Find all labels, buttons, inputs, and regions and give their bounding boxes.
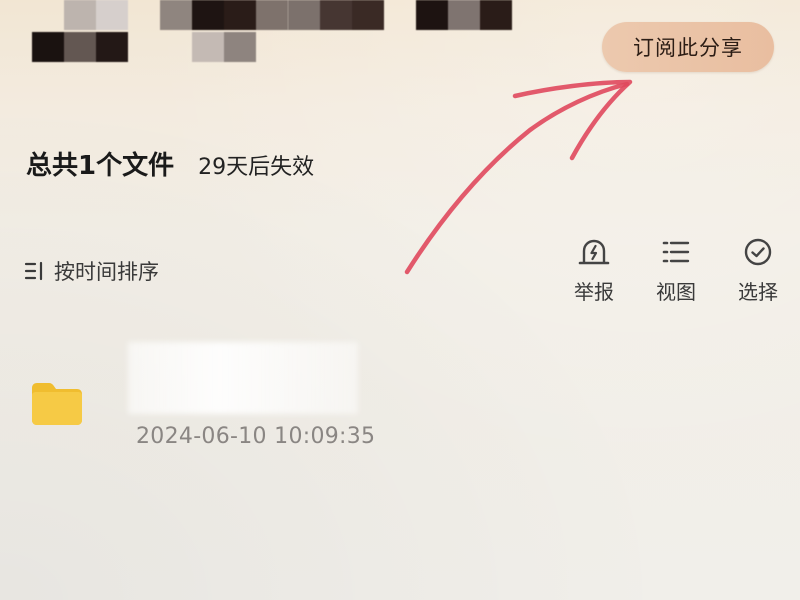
redacted-title-block — [160, 0, 288, 30]
report-button[interactable]: 举报 — [564, 236, 624, 305]
alarm-light-icon — [578, 239, 610, 265]
redacted-owner-block — [192, 32, 256, 62]
view-label: 视图 — [656, 280, 696, 304]
sort-by-time-button[interactable]: 按时间排序 — [24, 256, 159, 286]
select-button[interactable]: 选择 — [728, 236, 788, 305]
sort-lines-icon — [24, 261, 43, 281]
list-view-icon — [662, 241, 690, 263]
share-header: 订阅此分享 — [0, 0, 800, 100]
sort-label: 按时间排序 — [54, 260, 159, 284]
select-label: 选择 — [738, 280, 778, 304]
share-summary: 总共1个文件 29天后失效 — [26, 145, 314, 182]
view-mode-button[interactable]: 视图 — [646, 236, 706, 305]
file-list-item[interactable]: 2024-06-10 10:09:35 — [0, 330, 800, 480]
expiry-label: 29天后失效 — [198, 155, 315, 180]
folder-icon — [32, 383, 82, 425]
report-label: 举报 — [574, 280, 614, 304]
redacted-title-block — [64, 0, 128, 30]
file-count-label: 总共1个文件 — [26, 151, 175, 181]
redacted-title-block — [288, 0, 384, 30]
subscribe-share-button[interactable]: 订阅此分享 — [602, 22, 774, 72]
redacted-owner-block — [32, 32, 128, 62]
file-date: 2024-06-10 10:09:35 — [136, 424, 376, 449]
redacted-file-name — [128, 342, 358, 414]
check-circle-icon — [744, 238, 772, 266]
redacted-title-block — [416, 0, 512, 30]
